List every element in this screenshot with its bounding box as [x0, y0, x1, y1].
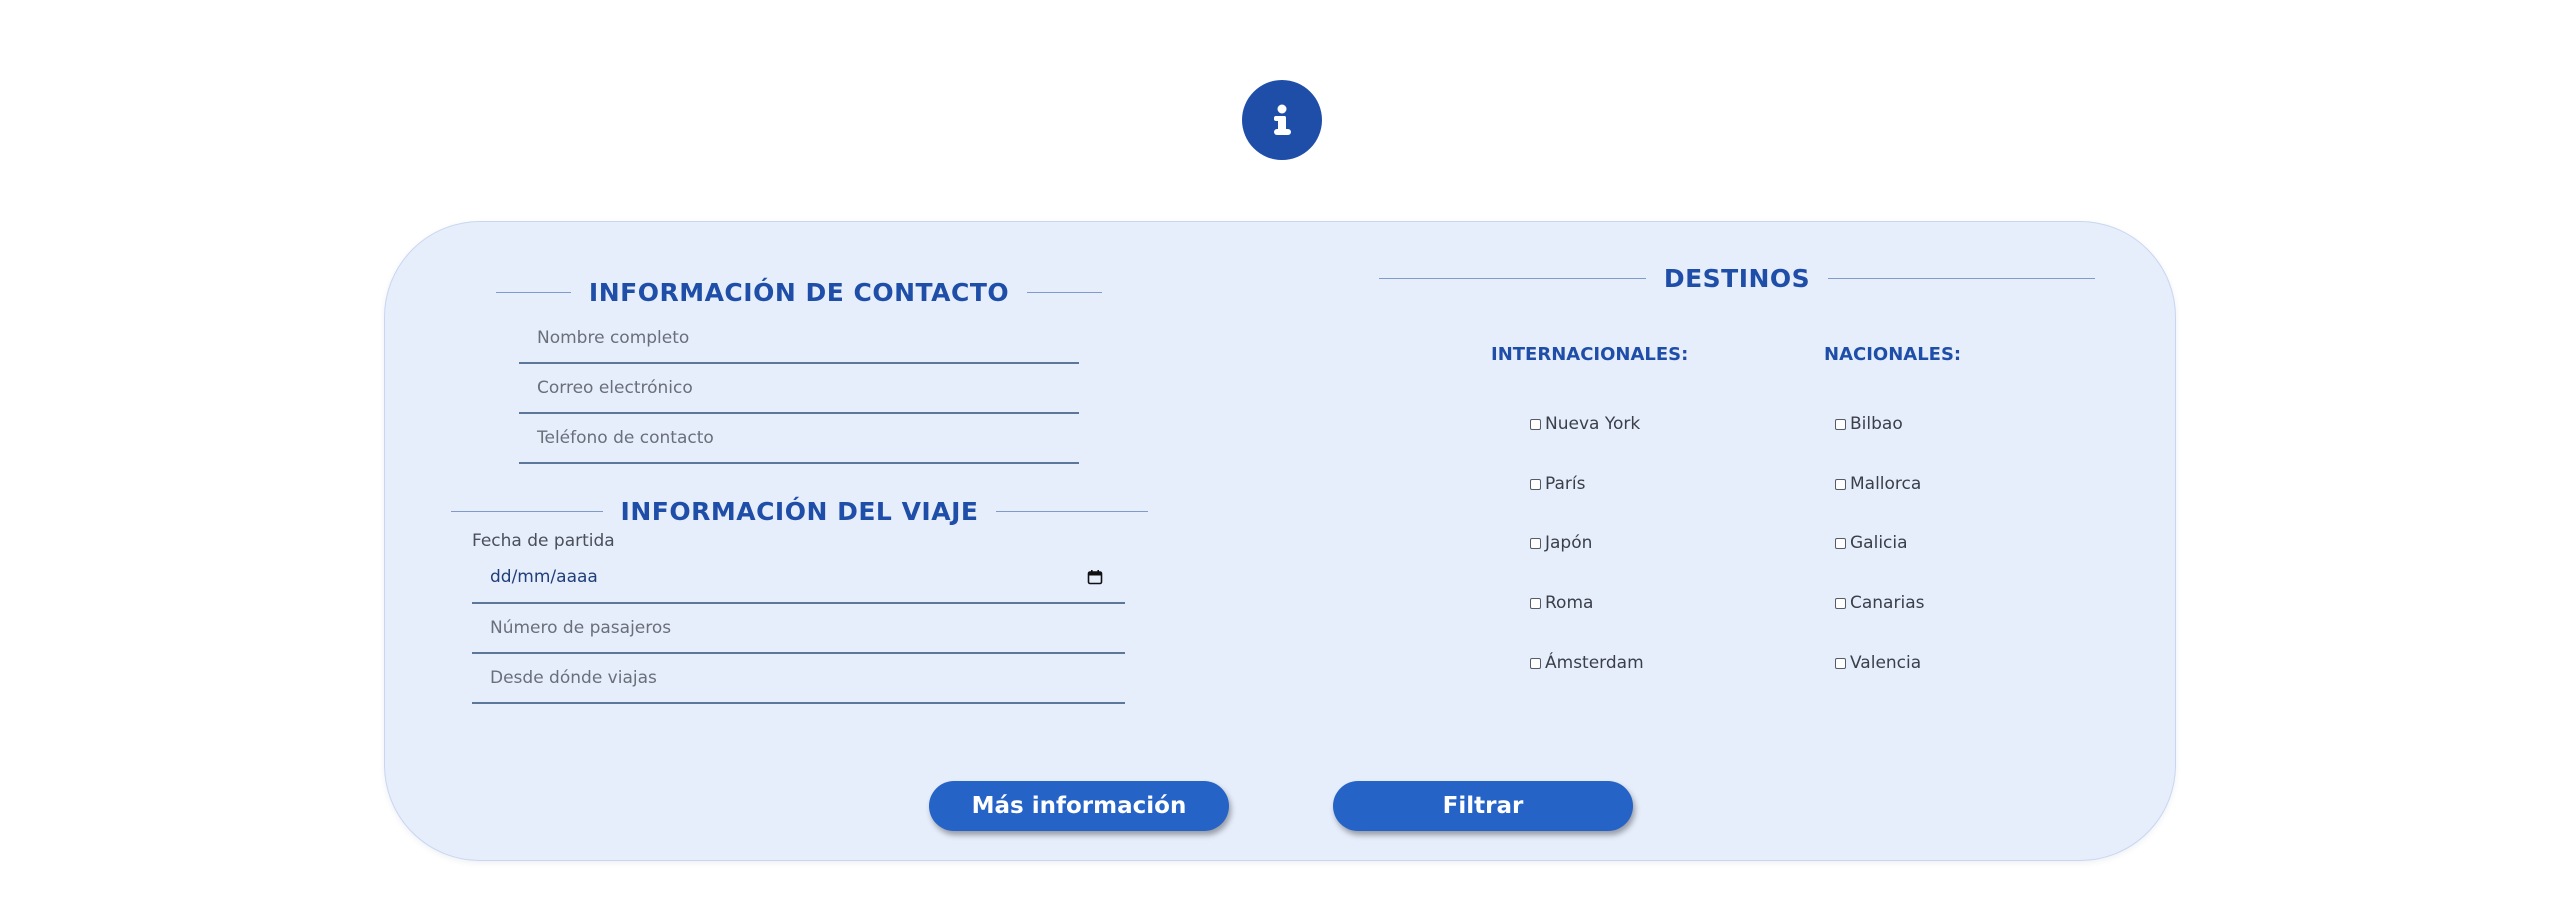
checkbox-label: Roma [1545, 593, 1594, 613]
more-info-button[interactable]: Más información [929, 781, 1229, 831]
trip-title-text: INFORMACIÓN DEL VIAJE [620, 497, 979, 526]
checkbox[interactable] [1530, 537, 1541, 549]
departure-date-label: Fecha de partida [472, 531, 615, 551]
page: INFORMACIÓN DE CONTACTO Nombre completo … [0, 0, 2560, 911]
divider-line [451, 511, 603, 512]
destination-checkbox-amsterdam[interactable]: Ámsterdam [1530, 653, 1644, 673]
destinations-section-title: DESTINOS [1379, 264, 2095, 293]
checkbox-label: Mallorca [1850, 474, 1922, 494]
international-heading: INTERNACIONALES: [1491, 344, 1689, 365]
checkbox-label: Nueva York [1545, 414, 1641, 434]
calendar-icon[interactable] [1087, 569, 1103, 585]
phone-placeholder: Teléfono de contacto [537, 428, 714, 448]
destination-checkbox-canarias[interactable]: Canarias [1835, 593, 1924, 613]
checkbox[interactable] [1530, 657, 1541, 669]
filter-button[interactable]: Filtrar [1333, 781, 1633, 831]
destination-checkbox-galicia[interactable]: Galicia [1835, 533, 1908, 553]
checkbox-label: Galicia [1850, 533, 1908, 553]
departure-date-input[interactable]: dd/mm/aaaa [472, 552, 1125, 604]
checkbox[interactable] [1835, 597, 1846, 609]
destination-checkbox-japon[interactable]: Japón [1530, 533, 1592, 553]
checkbox[interactable] [1530, 478, 1541, 490]
checkbox-label: Canarias [1850, 593, 1925, 613]
phone-field[interactable]: Teléfono de contacto [519, 414, 1079, 464]
trip-section-title: INFORMACIÓN DEL VIAJE [451, 497, 1148, 526]
contact-title-text: INFORMACIÓN DE CONTACTO [588, 278, 1010, 307]
full-name-field[interactable]: Nombre completo [519, 314, 1079, 364]
national-heading: NACIONALES: [1824, 344, 1962, 365]
date-value: dd/mm/aaaa [490, 567, 598, 587]
destination-checkbox-nueva-york[interactable]: Nueva York [1530, 414, 1640, 434]
destination-checkbox-valencia[interactable]: Valencia [1835, 653, 1921, 673]
checkbox-label: Japón [1545, 533, 1593, 553]
checkbox-label: Valencia [1850, 653, 1922, 673]
email-field[interactable]: Correo electrónico [519, 364, 1079, 414]
booking-form-card: INFORMACIÓN DE CONTACTO Nombre completo … [384, 221, 2176, 861]
origin-placeholder: Desde dónde viajas [490, 668, 657, 688]
full-name-placeholder: Nombre completo [537, 328, 690, 348]
destination-checkbox-paris[interactable]: París [1530, 474, 1585, 494]
checkbox[interactable] [1835, 657, 1846, 669]
checkbox[interactable] [1835, 418, 1846, 430]
checkbox-label: París [1545, 474, 1586, 494]
email-placeholder: Correo electrónico [537, 378, 693, 398]
checkbox[interactable] [1835, 537, 1846, 549]
checkbox[interactable] [1530, 418, 1541, 430]
checkbox-label: Bilbao [1850, 414, 1903, 434]
divider-line [1828, 278, 2095, 279]
divider-line [496, 292, 571, 293]
destination-checkbox-roma[interactable]: Roma [1530, 593, 1593, 613]
divider-line [996, 511, 1148, 512]
destinations-title-text: DESTINOS [1663, 264, 1811, 293]
passengers-field[interactable]: Número de pasajeros [472, 604, 1125, 654]
info-icon[interactable] [1242, 80, 1322, 160]
checkbox[interactable] [1530, 597, 1541, 609]
passengers-placeholder: Número de pasajeros [490, 618, 672, 638]
destination-checkbox-bilbao[interactable]: Bilbao [1835, 414, 1903, 434]
checkbox-label: Ámsterdam [1545, 653, 1644, 673]
contact-section-title: INFORMACIÓN DE CONTACTO [496, 278, 1103, 307]
divider-line [1027, 292, 1103, 293]
info-glyph [1274, 104, 1291, 135]
origin-field[interactable]: Desde dónde viajas [472, 654, 1125, 704]
destination-checkbox-mallorca[interactable]: Mallorca [1835, 474, 1921, 494]
checkbox[interactable] [1835, 478, 1846, 490]
divider-line [1379, 278, 1646, 279]
